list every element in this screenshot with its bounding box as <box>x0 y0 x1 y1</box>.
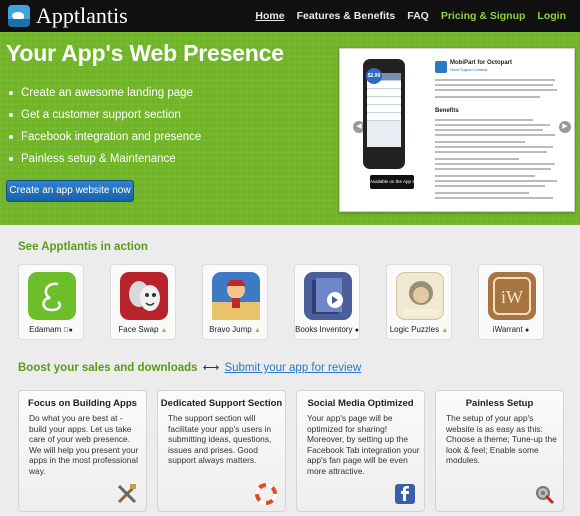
preview-app-name: MobiPart for Octopart <box>450 60 513 66</box>
feature-card-support: Dedicated Support Section The support se… <box>157 390 286 512</box>
android-icon: ▲ <box>160 327 168 334</box>
bravo-jump-app-icon <box>212 272 260 320</box>
app-tile-bravo-jump[interactable]: Bravo Jump ▲ <box>202 264 268 340</box>
preview-text-line <box>435 180 557 182</box>
app-tile-books-inventory[interactable]: Books Inventory ● <box>294 264 360 340</box>
nav-login[interactable]: Login <box>537 10 566 22</box>
preview-links: Home Support Contacts <box>450 68 488 72</box>
screen-row <box>367 105 401 113</box>
preview-text-line <box>435 158 519 160</box>
feature-card-social: Social Media Optimized Your app's page w… <box>296 390 425 512</box>
app-name: iWarrant <box>492 325 523 334</box>
apps-showcase: Edamam ● Face Swap ▲ Bravo Jump ▲ Books… <box>18 264 564 342</box>
boost-text: Boost your sales and downloads <box>18 362 198 374</box>
feature-body: The support section will facilitate your… <box>168 413 272 465</box>
svg-text:iW: iW <box>501 287 523 307</box>
lifebuoy-icon <box>255 483 277 505</box>
app-name: Face Swap <box>118 325 159 334</box>
app-name: Bravo Jump <box>209 325 252 334</box>
brand-logo[interactable]: Apptlantis <box>8 3 128 28</box>
preview-text-line <box>435 197 553 199</box>
preview-text-line <box>435 146 553 148</box>
preview-text-line <box>435 119 533 121</box>
tools-icon <box>117 484 137 504</box>
preview-heading: Benefits <box>435 108 459 114</box>
iwarrant-app-icon: iW <box>488 272 536 320</box>
top-navbar: Apptlantis Home Features & Benefits FAQ … <box>0 0 580 32</box>
feature-title: Painless Setup <box>465 398 534 409</box>
android-icon: ▲ <box>441 327 449 334</box>
slider-next-icon[interactable]: ▶ <box>559 121 571 133</box>
preview-text-line <box>435 141 525 143</box>
price-badge: $2.99 <box>366 68 382 84</box>
edamam-app-icon <box>28 272 76 320</box>
screen-row <box>367 89 401 97</box>
feature-cards: Focus on Building Apps Do what you are b… <box>18 390 564 516</box>
preview-text-line <box>435 185 545 187</box>
dolphin-logo-icon <box>8 5 30 27</box>
app-tile-face-swap[interactable]: Face Swap ▲ <box>110 264 176 340</box>
feature-card-setup: Painless Setup The setup of your app's w… <box>435 390 564 512</box>
nav-features[interactable]: Features & Benefits <box>297 10 396 22</box>
feature-card-focus: Focus on Building Apps Do what you are b… <box>18 390 147 512</box>
apps-section-title: See Apptlantis in action <box>18 241 148 253</box>
main-nav: Home Features & Benefits FAQ Pricing & S… <box>243 0 566 32</box>
nav-pricing[interactable]: Pricing & Signup <box>441 10 526 22</box>
feature-body: The setup of your app's website is as ea… <box>446 413 557 465</box>
nav-faq[interactable]: FAQ <box>407 10 429 22</box>
android-icon: ▲ <box>253 327 261 334</box>
face-swap-app-icon <box>120 272 168 320</box>
preview-text-line <box>435 134 555 136</box>
apple-icon: ● <box>354 327 359 334</box>
website-preview-slider: ◀ ▶ $2.99 Available on the App Store Mob… <box>339 48 575 212</box>
hero-bullet: Painless setup & Maintenance <box>7 148 201 170</box>
facebook-icon <box>395 484 415 504</box>
settings-icon <box>536 486 555 505</box>
preview-text-line <box>435 192 529 194</box>
app-name: Logic Puzzles <box>389 325 440 334</box>
preview-text-line <box>435 151 547 153</box>
preview-text-line <box>435 124 550 126</box>
feature-body: Do what you are best at - build your app… <box>29 413 139 476</box>
boost-banner: Boost your sales and downloads ⟷ Submit … <box>18 360 361 374</box>
brand-name: Apptlantis <box>36 3 128 28</box>
app-name: Books Inventory <box>295 325 353 334</box>
hero-title: Your App's Web Presence <box>6 40 284 66</box>
app-tile-logic-puzzles[interactable]: Logic Puzzles ▲ <box>386 264 452 340</box>
logic-puzzles-app-icon <box>396 272 444 320</box>
preview-text-line <box>435 84 553 86</box>
apple-icon: ● <box>63 327 72 334</box>
preview-text-line <box>435 89 557 91</box>
preview-text-line <box>435 129 543 131</box>
app-store-badge: Available on the App Store <box>370 175 423 189</box>
create-website-button[interactable]: Create an app website now <box>6 180 134 202</box>
preview-text-line <box>435 175 535 177</box>
app-tile-iwarrant[interactable]: iW iWarrant ● <box>478 264 544 340</box>
books-inventory-app-icon <box>304 272 352 320</box>
preview-app-icon <box>435 61 447 73</box>
phone-screen <box>367 73 401 147</box>
hero-bullet-list: Create an awesome landing page Get a cus… <box>7 82 201 170</box>
hero-bullet: Facebook integration and presence <box>7 126 201 148</box>
feature-body: Your app's page will be optimized for sh… <box>307 413 420 476</box>
screen-row <box>367 113 401 121</box>
feature-title: Social Media Optimized <box>307 398 414 409</box>
nav-home[interactable]: Home <box>255 10 284 22</box>
app-tile-edamam[interactable]: Edamam ● <box>18 264 84 340</box>
hero-bullet: Get a customer support section <box>7 104 201 126</box>
arrow-icon: ⟷ <box>202 362 220 374</box>
preview-text-line <box>435 168 551 170</box>
app-name: Edamam <box>29 325 62 334</box>
preview-text-line <box>435 79 555 81</box>
feature-title: Dedicated Support Section <box>160 398 283 409</box>
screen-row <box>367 97 401 105</box>
preview-text-line <box>435 96 540 98</box>
apple-icon: ● <box>524 327 530 334</box>
submit-app-link[interactable]: Submit your app for review <box>224 362 361 374</box>
hero-bullet: Create an awesome landing page <box>7 82 201 104</box>
preview-text-line <box>435 163 555 165</box>
feature-title: Focus on Building Apps <box>28 398 137 409</box>
